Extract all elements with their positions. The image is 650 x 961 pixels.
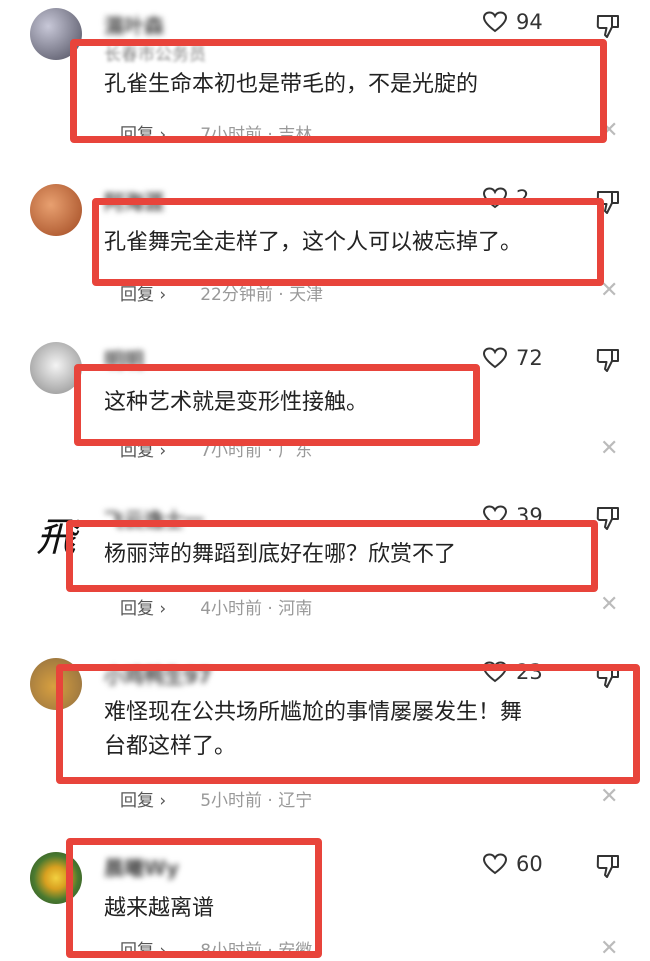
thumbs-down-icon[interactable] — [594, 662, 622, 690]
close-icon[interactable]: ✕ — [600, 936, 618, 961]
reply-button[interactable]: 回复 › — [120, 791, 166, 811]
comment-line: 难怪现在公共场所尴尬的事情屡屡发生！舞 — [104, 700, 523, 725]
like-count: 39 — [516, 504, 543, 528]
avatar[interactable]: 飛 — [30, 508, 82, 560]
close-icon[interactable]: ✕ — [600, 118, 618, 143]
like-button[interactable]: 23 — [482, 660, 543, 684]
like-count: 2 — [516, 186, 530, 210]
comment-text: 这种艺术就是变形性接触。 — [104, 386, 368, 420]
comment-location: 河南 — [278, 599, 313, 619]
comment-meta: 回复 › 5小时前 · 辽宁 — [120, 791, 313, 811]
like-button[interactable]: 39 — [482, 504, 543, 528]
username[interactable]: 飞云逸士一 — [104, 504, 204, 533]
avatar[interactable] — [30, 852, 82, 904]
like-count: 94 — [516, 10, 543, 34]
avatar[interactable] — [30, 8, 82, 60]
comment-line: 孔雀生命本初也是带毛的，不是光腚的 — [104, 72, 479, 97]
username[interactable]: 小鸡鸭生97 — [104, 660, 212, 689]
comment-text: 孔雀舞完全走样了，这个人可以被忘掉了。 — [104, 226, 522, 260]
comment-line: 这种艺术就是变形性接触。 — [104, 390, 369, 415]
username[interactable]: 晨曦Wy — [104, 852, 179, 881]
comment-line: 杨丽萍的舞蹈到底好在哪？欣赏不了 — [104, 542, 457, 567]
like-count: 72 — [516, 346, 543, 370]
comment-meta: 回复 › 4小时前 · 河南 — [120, 599, 313, 619]
comment-line: 越来越离谱 — [104, 896, 215, 921]
heart-icon — [482, 853, 508, 875]
comment-line: 台都这样了。 — [104, 734, 237, 759]
avatar-glyph: 飛 — [36, 515, 76, 560]
comment-time: 8小时前 — [200, 941, 263, 961]
heart-icon — [482, 187, 508, 209]
heart-icon — [482, 505, 508, 527]
heart-icon — [482, 347, 508, 369]
comment-time: 7小时前 — [200, 125, 263, 145]
avatar[interactable] — [30, 184, 82, 236]
thumbs-down-icon[interactable] — [594, 346, 622, 374]
comment-meta: 回复 › 7小时前 · 广东 — [120, 441, 313, 461]
like-button[interactable]: 2 — [482, 186, 529, 210]
thumbs-down-icon[interactable] — [594, 188, 622, 216]
username[interactable]: 明明 — [104, 344, 144, 373]
comment-text: 孔雀生命本初也是带毛的，不是光腚的 — [104, 68, 478, 102]
comment-text: 越来越离谱 — [104, 892, 214, 926]
comment-time: 4小时前 — [200, 599, 263, 619]
comment-time: 7小时前 — [200, 441, 263, 461]
reply-button[interactable]: 回复 › — [120, 441, 166, 461]
user-tag: 长春市公务员 — [104, 45, 206, 65]
comment-time: 22分钟前 — [200, 285, 273, 305]
username[interactable]: 濕叶森 — [104, 10, 164, 39]
reply-button[interactable]: 回复 › — [120, 941, 166, 961]
heart-icon — [482, 11, 508, 33]
comment-location: 广东 — [278, 441, 313, 461]
avatar[interactable] — [30, 342, 82, 394]
comment-time: 5小时前 — [200, 791, 263, 811]
reply-button[interactable]: 回复 › — [120, 599, 166, 619]
heart-icon — [482, 661, 508, 683]
thumbs-down-icon[interactable] — [594, 504, 622, 532]
thumbs-down-icon[interactable] — [594, 12, 622, 40]
close-icon[interactable]: ✕ — [600, 784, 618, 809]
avatar[interactable] — [30, 658, 82, 710]
comment-meta: 回复 › 22分钟前 · 天津 — [120, 285, 324, 305]
comment-meta: 回复 › 7小时前 · 吉林 — [120, 125, 313, 145]
like-count: 23 — [516, 660, 543, 684]
comment-meta: 回复 › 8小时前 · 安徽 — [120, 941, 313, 961]
comment-text: 难怪现在公共场所尴尬的事情屡屡发生！舞 台都这样了。 — [104, 696, 522, 764]
close-icon[interactable]: ✕ — [600, 592, 618, 617]
like-button[interactable]: 60 — [482, 852, 543, 876]
comment-location: 吉林 — [278, 125, 313, 145]
comment-location: 辽宁 — [278, 791, 313, 811]
like-button[interactable]: 94 — [482, 10, 543, 34]
reply-button[interactable]: 回复 › — [120, 125, 166, 145]
comment-location: 安徽 — [278, 941, 313, 961]
comment-line: 孔雀舞完全走样了，这个人可以被忘掉了。 — [104, 230, 523, 255]
close-icon[interactable]: ✕ — [600, 436, 618, 461]
thumbs-down-icon[interactable] — [594, 852, 622, 880]
comment-text: 杨丽萍的舞蹈到底好在哪？欣赏不了 — [104, 538, 456, 572]
like-count: 60 — [516, 852, 543, 876]
like-button[interactable]: 72 — [482, 346, 543, 370]
reply-button[interactable]: 回复 › — [120, 285, 166, 305]
comment-location: 天津 — [289, 285, 324, 305]
close-icon[interactable]: ✕ — [600, 278, 618, 303]
username[interactable]: 阿海涯 — [104, 186, 164, 215]
